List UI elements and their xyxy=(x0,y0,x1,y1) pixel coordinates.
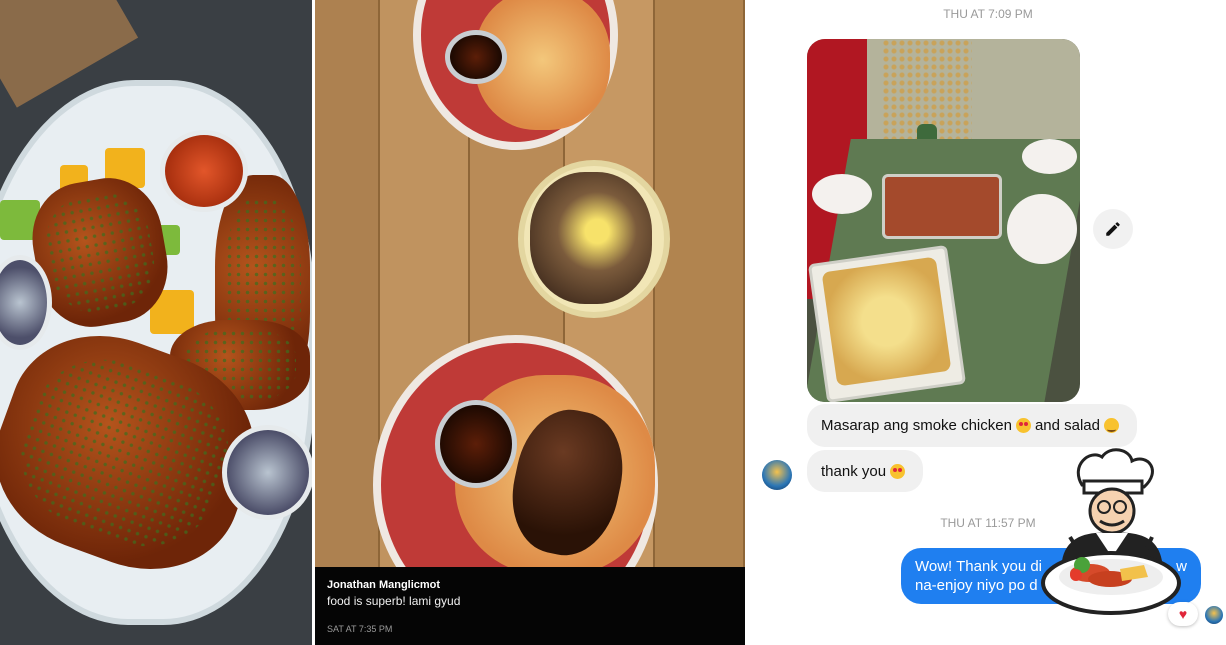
heart-eyes-emoji xyxy=(1015,418,1031,433)
contact-avatar[interactable] xyxy=(762,460,792,490)
received-message[interactable]: Masarap ang smoke chicken and salad xyxy=(807,404,1137,447)
photo-plate xyxy=(1022,139,1077,174)
caption-author[interactable]: Jonathan Manglicmot xyxy=(327,579,733,591)
edit-photo-button[interactable] xyxy=(1093,209,1133,249)
chef-logo-icon xyxy=(1041,448,1181,615)
message-text: thank you xyxy=(821,462,887,480)
pencil-icon xyxy=(1106,222,1120,236)
message-text: Masarap ang smoke chicken xyxy=(821,417,1012,434)
photo-tray xyxy=(882,174,1002,239)
chat-photo[interactable] xyxy=(807,39,1080,402)
sauce-dish xyxy=(445,30,507,84)
received-message[interactable]: thank you xyxy=(807,450,924,492)
sisig-serving xyxy=(530,172,652,304)
heart-eyes-emoji xyxy=(890,463,906,479)
message-text: and salad xyxy=(1034,417,1100,434)
sauce-cup xyxy=(160,130,248,212)
photo-pasta xyxy=(821,256,952,387)
photo-plate xyxy=(812,174,872,214)
seen-avatar xyxy=(1205,606,1223,624)
wood-plank xyxy=(655,0,745,645)
photo-caption: Jonathan Manglicmot food is superb! lami… xyxy=(315,567,745,645)
blush-emoji xyxy=(1104,418,1119,433)
food-photo-table[interactable]: Jonathan Manglicmot food is superb! lami… xyxy=(315,0,745,645)
sauce-dish xyxy=(435,400,517,488)
wood-plank xyxy=(315,0,380,645)
food-photo-tray[interactable] xyxy=(0,0,312,645)
chat-timestamp: THU AT 7:09 PM xyxy=(943,7,1033,21)
caption-message: food is superb! lami gyud xyxy=(327,594,461,608)
caption-timestamp: SAT AT 7:35 PM xyxy=(327,624,393,634)
vinegar-cup xyxy=(222,425,312,520)
message-text: Wow! Thank you di xyxy=(915,558,1043,575)
photo-plate xyxy=(1007,194,1077,264)
